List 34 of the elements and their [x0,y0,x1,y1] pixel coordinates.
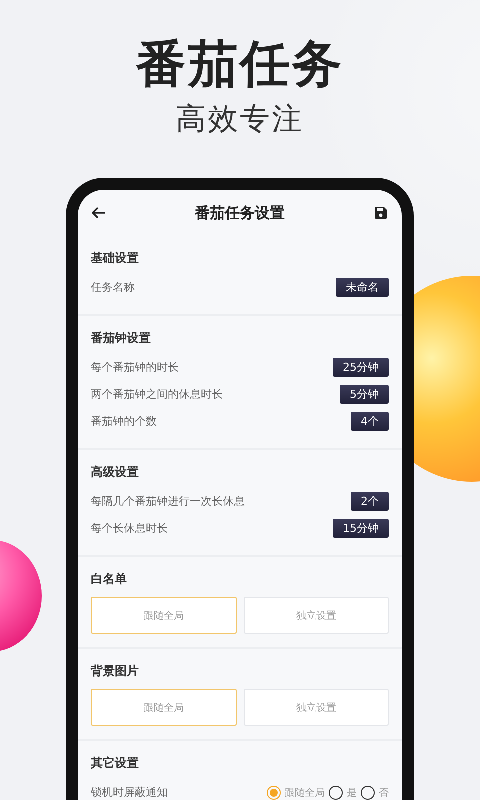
value-chip[interactable]: 5分钟 [340,385,389,404]
radio-option[interactable]: 否 [361,786,389,800]
radio-icon[interactable] [329,786,343,800]
setting-label: 两个番茄钟之间的休息时长 [91,387,223,402]
section-title: 基础设置 [91,250,140,267]
value-chip[interactable]: 2个 [351,492,389,511]
radio-option[interactable]: 跟随全局 [267,786,325,800]
hero-title: 番茄任务 [136,34,344,95]
setting-label: 每隔几个番茄钟进行一次长休息 [91,494,245,509]
save-icon[interactable] [374,206,388,220]
radio-icon[interactable] [361,786,375,800]
value-chip[interactable]: 4个 [351,412,389,431]
setting-label: 番茄钟的个数 [91,414,157,429]
value-chip[interactable]: 25分钟 [333,358,389,377]
setting-label: 任务名称 [91,280,135,295]
back-icon[interactable] [92,207,106,219]
radio-option[interactable]: 是 [329,786,357,800]
setting-label: 锁机时屏蔽通知 [91,785,168,800]
option-button[interactable]: 跟随全局 [91,689,236,726]
option-button[interactable]: 独立设置 [244,597,389,634]
section-title: 番茄钟设置 [91,330,152,347]
section-title: 高级设置 [91,464,140,481]
setting-label: 每个长休息时长 [91,521,168,536]
value-chip[interactable]: 15分钟 [333,519,389,538]
value-chip[interactable]: 未命名 [336,278,389,297]
screen-title: 番茄任务设置 [195,204,285,222]
option-button[interactable]: 跟随全局 [91,597,236,634]
section-title: 其它设置 [91,755,140,772]
radio-icon[interactable] [267,786,281,800]
section-title: 背景图片 [91,663,140,680]
hero-subtitle: 高效专注 [176,101,304,139]
setting-label: 每个番茄钟的时长 [91,360,179,375]
option-button[interactable]: 独立设置 [244,689,389,726]
section-title: 白名单 [91,571,128,588]
